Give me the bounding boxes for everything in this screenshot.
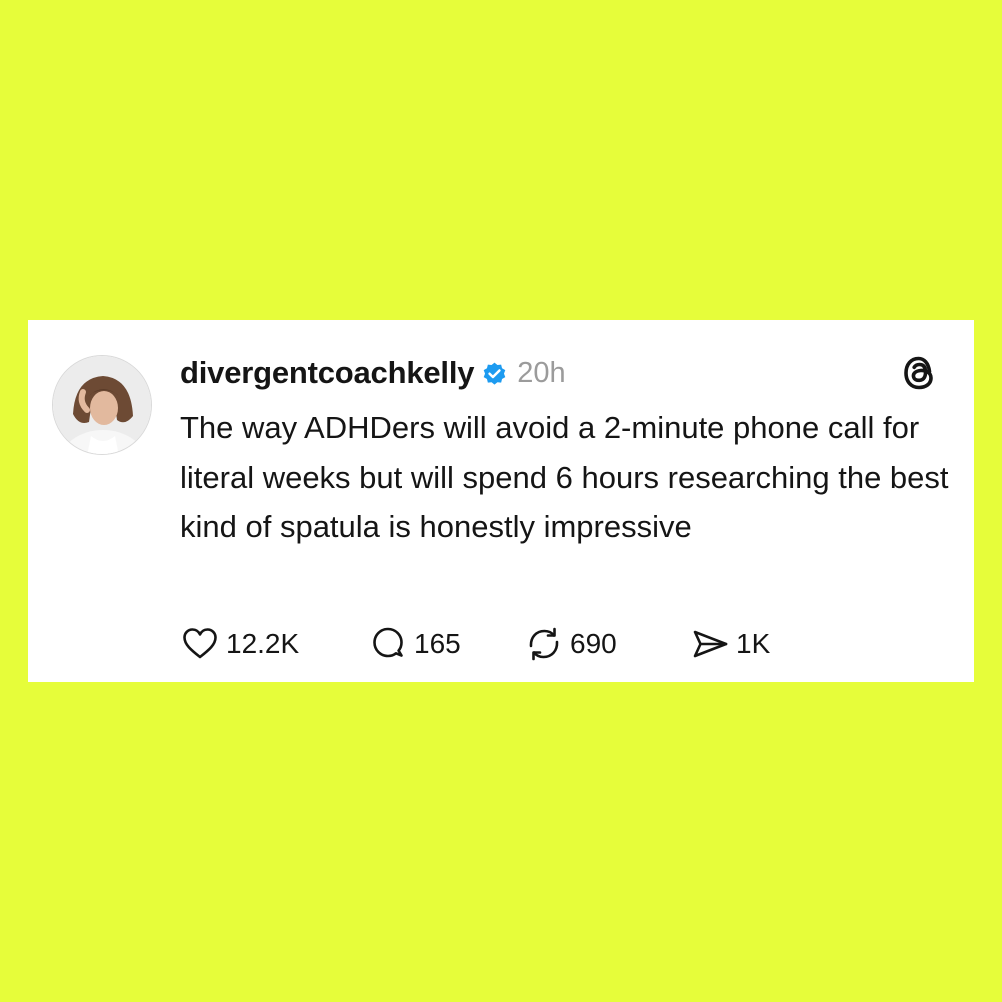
- reply-button[interactable]: 165: [368, 622, 461, 666]
- post-actions: 12.2K 165 690 1K: [180, 622, 880, 666]
- threads-logo-icon[interactable]: [900, 353, 938, 393]
- post-header: divergentcoachkelly 20h: [180, 351, 566, 395]
- paper-plane-icon: [690, 624, 730, 664]
- like-count: 12.2K: [226, 628, 300, 659]
- username-link[interactable]: divergentcoachkelly: [180, 355, 474, 391]
- post-timestamp[interactable]: 20h: [517, 357, 565, 390]
- verified-badge-icon: [481, 360, 508, 387]
- repost-button[interactable]: 690: [524, 622, 617, 666]
- share-button[interactable]: 1K: [690, 622, 770, 666]
- share-count: 1K: [736, 628, 771, 659]
- repost-icon: [524, 624, 564, 664]
- like-button[interactable]: 12.2K: [180, 622, 299, 666]
- reply-count: 165: [414, 628, 461, 659]
- post-text: The way ADHDers will avoid a 2-minute ph…: [180, 410, 949, 544]
- speech-bubble-icon: [368, 624, 408, 664]
- avatar[interactable]: [52, 355, 152, 455]
- repost-count: 690: [570, 628, 617, 659]
- heart-icon: [180, 624, 220, 664]
